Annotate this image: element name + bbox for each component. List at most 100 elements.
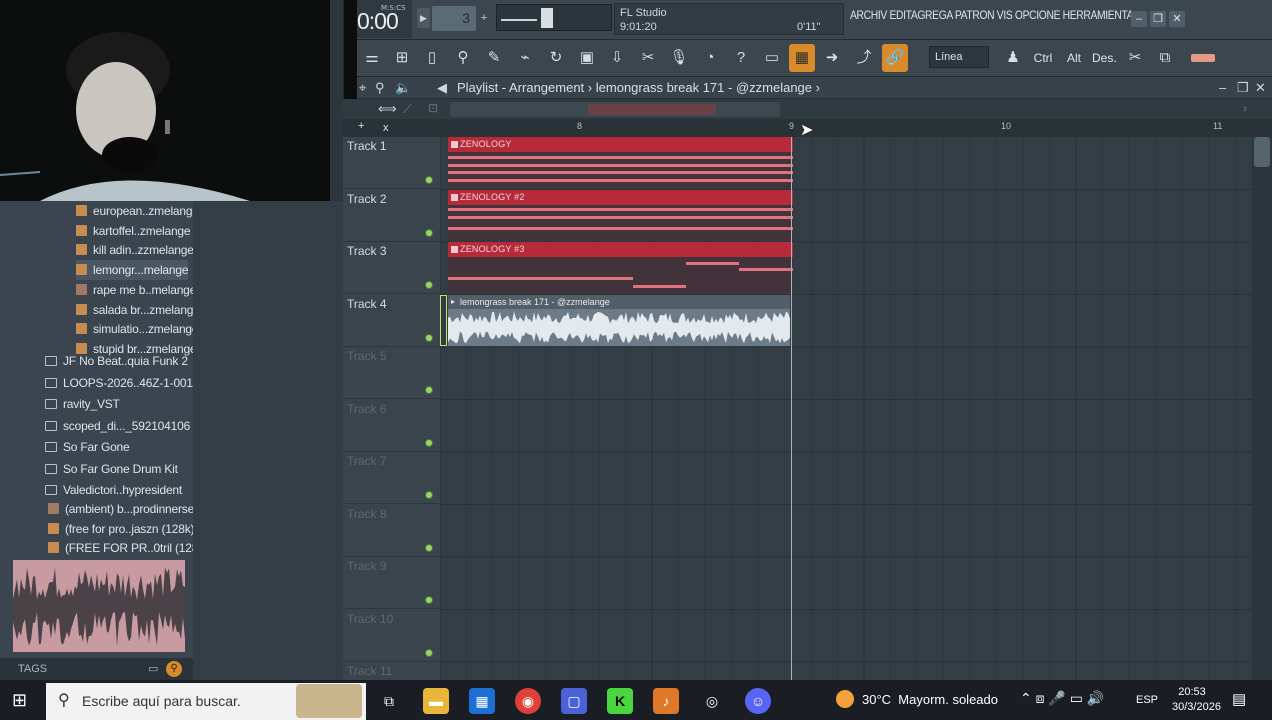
close-icon[interactable]: ✕ xyxy=(1169,11,1185,27)
clone-icon[interactable]: ⧉ xyxy=(1152,44,1178,72)
snap-selector[interactable]: Línea xyxy=(929,46,989,68)
browser-item[interactable]: european..zmelange xyxy=(76,201,199,221)
alt-key[interactable]: Alt xyxy=(1062,46,1086,70)
app-blue-icon[interactable]: ▢ xyxy=(561,688,587,714)
plugin-icon[interactable]: ⚲ xyxy=(450,44,476,72)
browser-item[interactable]: So Far Gone xyxy=(45,437,130,457)
audio-clip-lemongrass[interactable]: ▸ lemongrass break 171 - @zzmelange xyxy=(448,295,790,346)
task-view-icon[interactable]: ⧉ xyxy=(376,688,402,714)
pencil-icon[interactable]: ✎ xyxy=(481,44,507,72)
browser-item[interactable]: lemongr...melange xyxy=(76,260,189,281)
fl-studio-icon[interactable]: ♪ xyxy=(653,688,679,714)
pattern-clip-zenology-3[interactable]: ZENOLOGY #3 xyxy=(448,242,793,293)
master-volume-slider[interactable] xyxy=(496,4,612,31)
chrome-icon[interactable]: ◉ xyxy=(515,688,541,714)
scissors-icon[interactable]: ✂ xyxy=(1122,44,1148,72)
browser-item[interactable]: JF No Beat..quia Funk 2 xyxy=(45,351,188,371)
track-mute-led[interactable] xyxy=(425,543,433,552)
tags-bar[interactable]: TAGS xyxy=(0,658,193,680)
file-explorer-icon[interactable]: ▬ xyxy=(423,688,449,714)
track-header[interactable]: Track 7 xyxy=(343,452,440,504)
vertical-scrollbar[interactable] xyxy=(1252,137,1272,680)
link-icon[interactable]: 🔗 xyxy=(882,44,908,72)
browser-item[interactable]: So Far Gone Drum Kit xyxy=(45,459,178,479)
minimize-icon[interactable]: – xyxy=(1131,11,1147,27)
browser-item[interactable]: kill adin..zzmelange xyxy=(76,240,194,260)
microphone-icon[interactable]: 🎙 xyxy=(666,44,692,72)
browser-item[interactable]: salada br...zmelange xyxy=(76,300,200,320)
playhead[interactable] xyxy=(791,137,792,680)
vertical-scroll-thumb[interactable] xyxy=(1254,137,1270,167)
track-mute-led[interactable] xyxy=(425,333,433,342)
chat-icon[interactable]: ◔ xyxy=(697,44,723,72)
slide-icon[interactable]: ⤴ xyxy=(851,44,877,72)
notification-icon[interactable]: ▤ xyxy=(1232,690,1246,708)
volume-knob[interactable] xyxy=(541,8,553,28)
speaker-icon[interactable]: 🔈 xyxy=(395,80,411,96)
refresh-icon[interactable]: ↻ xyxy=(543,44,569,72)
color-slot-icon[interactable] xyxy=(1183,44,1223,72)
browser-item[interactable]: rape me b..melange xyxy=(76,280,196,300)
track-header[interactable]: Track 2 xyxy=(343,190,440,242)
windows-start-icon[interactable]: ⊞ xyxy=(12,690,27,711)
rewind-icon[interactable]: ◀ xyxy=(437,80,447,96)
restore-icon[interactable]: ❐ xyxy=(1237,80,1249,96)
track-mute-led[interactable] xyxy=(425,491,433,499)
browser-item[interactable]: simulatio...zmelange xyxy=(76,319,199,339)
song-time-display[interactable]: M:S:CS 0:00 xyxy=(357,0,412,38)
close-icon[interactable]: x xyxy=(383,122,389,134)
tray-icons[interactable]: ⌃ ⧈ 🎤 ▭ 🔊 xyxy=(1020,690,1104,707)
brush-icon[interactable]: ⌁ xyxy=(512,44,538,72)
piano-roll-icon[interactable]: ▦ xyxy=(789,44,815,72)
pattern-clip-zenology[interactable]: ZENOLOGY xyxy=(448,137,793,188)
new-file-icon[interactable]: ▯ xyxy=(419,44,445,72)
search-icon[interactable]: ⚲ xyxy=(166,661,182,677)
playlist-grid[interactable]: ZENOLOGY ZENOLOGY #2 ZENOLOGY #3 ▸ lemong… xyxy=(440,137,1252,680)
browser-item[interactable]: (FREE FOR PR..0tril (128k) xyxy=(48,538,208,558)
grip-icon[interactable]: ⌖ xyxy=(359,80,366,96)
arrow-right-icon[interactable]: ➜ xyxy=(819,44,845,72)
restore-icon[interactable]: ❐ xyxy=(1150,11,1166,27)
stamp-icon[interactable]: ♟ xyxy=(1000,44,1026,72)
kick-icon[interactable]: K xyxy=(607,688,633,714)
ctrl-key[interactable]: Ctrl xyxy=(1031,46,1055,70)
snap-marker-icon[interactable]: ⟺ xyxy=(378,101,397,117)
track-header[interactable]: Track 10 xyxy=(343,610,440,662)
scrollbar-thumb[interactable] xyxy=(588,104,716,115)
browser-item[interactable]: ravity_VST xyxy=(45,394,120,414)
track-header[interactable]: Track 4 xyxy=(343,295,440,347)
track-mute-led[interactable] xyxy=(425,438,433,447)
track-mute-led[interactable] xyxy=(425,648,433,657)
obs-icon[interactable]: ◎ xyxy=(699,688,725,714)
pointer-icon[interactable]: ⟋ xyxy=(403,101,412,117)
pattern-clip-zenology-2[interactable]: ZENOLOGY #2 xyxy=(448,190,793,241)
language-indicator[interactable]: ESP xyxy=(1136,680,1158,720)
track-mute-led[interactable] xyxy=(425,228,433,237)
taskbar-clock[interactable]: 20:53 30/3/2026 xyxy=(1172,685,1221,715)
play-arrow-icon[interactable]: ▶ xyxy=(417,8,430,28)
discord-icon[interactable]: ☺ xyxy=(745,688,771,714)
track-header[interactable]: Track 8 xyxy=(343,505,440,557)
browser-item[interactable]: kartoffel..zmelange xyxy=(76,221,191,241)
track-mute-led[interactable] xyxy=(425,386,433,394)
tempo-plus-button[interactable]: + xyxy=(478,8,490,28)
main-menu[interactable]: ARCHIV EDITAGREGA PATRON VIS OPCIONE HER… xyxy=(850,8,1134,30)
mixer-icon[interactable]: ⚌ xyxy=(359,44,385,72)
track-header[interactable]: Track 9 xyxy=(343,557,440,609)
store-icon[interactable]: ▦ xyxy=(469,688,495,714)
folder-icon[interactable]: ▭ xyxy=(148,662,158,675)
track-header[interactable]: Track 5 xyxy=(343,347,440,399)
scroll-right-icon[interactable]: › xyxy=(1243,101,1247,115)
save-icon[interactable]: ▣ xyxy=(574,44,600,72)
channel-rack-icon[interactable]: ⊞ xyxy=(389,44,415,72)
track-header[interactable]: Track 6 xyxy=(343,400,440,452)
add-icon[interactable]: + xyxy=(358,120,364,132)
weather-widget[interactable]: 30°C Mayorm. soleado xyxy=(836,680,998,720)
sample-preview-waveform[interactable] xyxy=(13,560,185,652)
track-mute-led[interactable] xyxy=(425,596,433,604)
track-mute-led[interactable] xyxy=(425,176,433,184)
window-icon[interactable]: ▭ xyxy=(759,44,785,72)
close-icon[interactable]: ✕ xyxy=(1255,80,1266,96)
browser-item[interactable]: (free for pro..jaszn (128k) xyxy=(48,519,195,539)
minimize-icon[interactable]: – xyxy=(1219,80,1226,95)
